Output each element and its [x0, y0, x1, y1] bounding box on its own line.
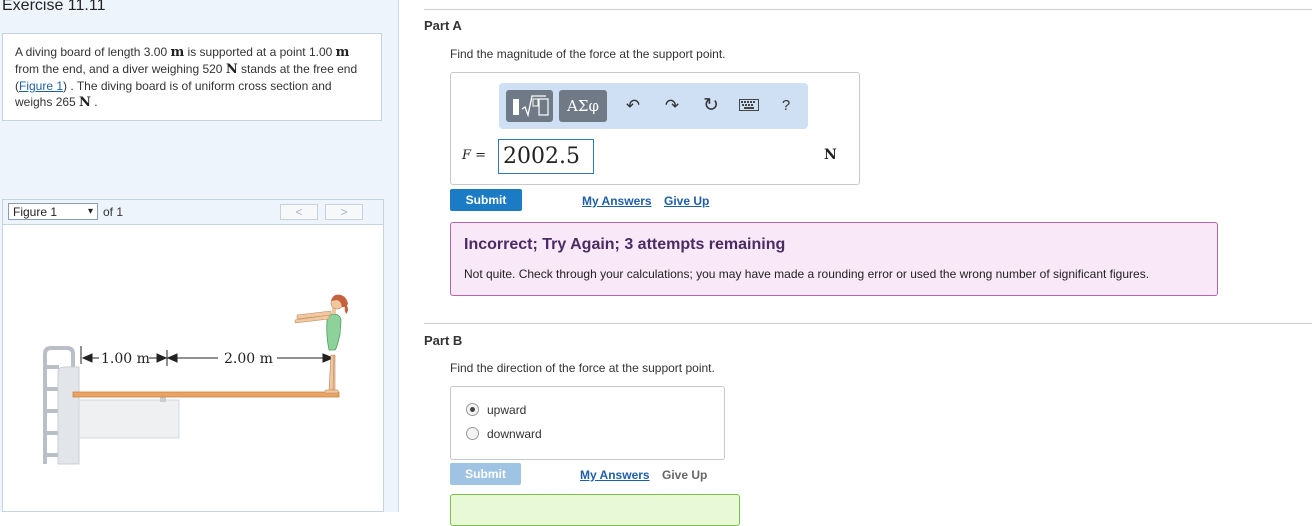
diver: [294, 294, 348, 394]
dimension-label-2: 2.00 m: [224, 351, 273, 367]
figure-next-button[interactable]: >: [325, 204, 363, 220]
part-a-submit-button[interactable]: Submit: [450, 189, 522, 211]
problem-statement: A diving board of length 3.00 m is suppo…: [2, 33, 382, 121]
chevron-down-icon: ▾: [87, 206, 93, 217]
answer-unit: N: [824, 147, 837, 163]
math-toolbar: ΑΣφ ↶ ↷ ↻ ?: [499, 83, 808, 129]
answer-box: ΑΣφ ↶ ↷ ↻ ? F = 2002.5 N: [450, 72, 860, 185]
part-b-give-up-link[interactable]: Give Up: [662, 468, 707, 482]
figure-toolbar: Figure 1 ▾ of 1 < >: [3, 200, 383, 225]
template-icon: [512, 94, 549, 117]
figure-link[interactable]: Figure 1: [19, 79, 63, 93]
template-button[interactable]: [506, 90, 553, 122]
option-upward[interactable]: upward: [466, 403, 526, 417]
radio-unselected-icon[interactable]: [466, 427, 479, 440]
feedback-box: Incorrect; Try Again; 3 attempts remaini…: [450, 222, 1218, 296]
help-icon[interactable]: ?: [775, 95, 797, 117]
board-support: [57, 366, 80, 465]
figure-select[interactable]: Figure 1 ▾: [8, 203, 98, 220]
keyboard-icon[interactable]: [737, 95, 761, 117]
exercise-title: Exercise 11.11: [2, 0, 106, 14]
left-panel: Exercise 11.11 A diving board of length …: [0, 0, 399, 512]
radio-selected-icon[interactable]: [466, 403, 479, 416]
part-b-my-answers-link[interactable]: My Answers: [580, 468, 650, 482]
unit-m: m: [170, 45, 185, 60]
undo-icon[interactable]: ↶: [622, 95, 644, 117]
figure-panel: Figure 1 ▾ of 1 < > 1.00 m 2.00 m: [2, 199, 384, 512]
variable-label: F =: [462, 148, 487, 163]
part-a-give-up-link[interactable]: Give Up: [664, 194, 709, 208]
diving-board: [72, 391, 340, 398]
diving-board-figure: 1.00 m 2.00 m: [43, 294, 348, 465]
part-a-title: Part A: [424, 18, 462, 33]
part-a-my-answers-link[interactable]: My Answers: [582, 194, 652, 208]
reset-icon[interactable]: ↻: [700, 95, 722, 117]
divider: [424, 9, 1312, 10]
correct-feedback-box: [450, 494, 740, 526]
part-b-title: Part B: [424, 333, 463, 348]
part-b-submit-button[interactable]: Submit: [450, 463, 521, 485]
option-downward[interactable]: downward: [466, 427, 542, 441]
answer-input[interactable]: 2002.5: [498, 139, 594, 174]
unit-n: N: [79, 95, 91, 110]
feedback-text: Not quite. Check through your calculatio…: [464, 267, 1150, 281]
dimension-label-1: 1.00 m: [101, 351, 150, 367]
greek-symbols-button[interactable]: ΑΣφ: [559, 90, 607, 122]
unit-n: N: [225, 62, 238, 77]
figure-count: of 1: [103, 205, 124, 219]
feedback-title: Incorrect; Try Again; 3 attempts remaini…: [464, 236, 786, 253]
unit-m: m: [335, 45, 350, 60]
divider: [424, 323, 1312, 324]
redo-icon[interactable]: ↷: [661, 95, 683, 117]
direction-options: upward downward: [450, 386, 725, 460]
figure-prev-button[interactable]: <: [280, 204, 318, 220]
part-a-question: Find the magnitude of the force at the s…: [450, 47, 726, 61]
part-b-question: Find the direction of the force at the s…: [450, 361, 715, 375]
